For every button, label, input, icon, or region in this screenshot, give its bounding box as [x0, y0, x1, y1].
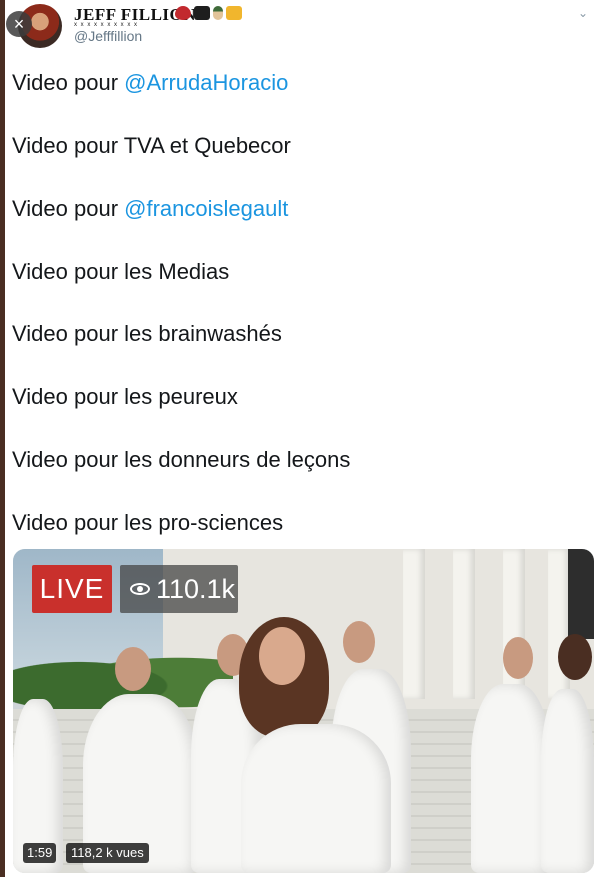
- beer-mug-emoji-icon: [226, 6, 242, 20]
- tweet-line-text: Video pour: [12, 196, 125, 221]
- person: [541, 689, 594, 873]
- tweet-line: Video pour les Medias: [12, 258, 229, 286]
- tweet-line-text: Video pour les brainwashés: [12, 321, 282, 346]
- chevron-down-icon[interactable]: ⌄: [578, 6, 590, 20]
- name-emojis: [175, 6, 242, 20]
- pirate-flag-emoji-icon: [194, 6, 210, 20]
- mention-link[interactable]: @francoislegault: [124, 196, 288, 221]
- live-badge: LIVE: [32, 565, 112, 613]
- viewer-count-badge: 110.1k: [120, 565, 238, 613]
- tweet-line: Video pour les brainwashés: [12, 320, 282, 348]
- person-head: [558, 634, 592, 680]
- tweet-line-text: Video pour les peureux: [12, 384, 238, 409]
- person-head: [503, 637, 533, 679]
- tweet-line: Video pour TVA et Quebecor: [12, 132, 291, 160]
- tweet-line-text: Video pour: [12, 70, 125, 95]
- person: [471, 684, 551, 873]
- golfer-emoji-icon: [213, 6, 223, 20]
- tweet-line-text: Video pour TVA et Quebecor: [12, 133, 291, 158]
- left-edge-strip: [0, 0, 5, 877]
- tweet-line: Video pour les donneurs de leçons: [12, 446, 350, 474]
- tweet-header: × JEFF FILLION x x x x x x x x x x @Jeff…: [0, 0, 600, 60]
- video-view-count: 118,2 k vues: [66, 843, 149, 863]
- person-head: [115, 647, 151, 691]
- person-head: [343, 621, 375, 663]
- eye-icon: [130, 583, 150, 595]
- lips-emoji-icon: [175, 6, 191, 20]
- building-doorway: [568, 549, 594, 639]
- tweet-line-text: Video pour les donneurs de leçons: [12, 447, 351, 472]
- speaker: [241, 724, 391, 873]
- video-duration: 1:59: [23, 843, 57, 863]
- tweet-line-text: Video pour les pro-sciences: [12, 510, 284, 535]
- user-handle[interactable]: @Jefffillion: [74, 28, 142, 44]
- video-player[interactable]: LIVE 110.1k 1:59 118,2 k vues: [13, 549, 594, 873]
- tweet-line: Video pour les pro-sciences: [12, 509, 283, 537]
- tweet-line-text: Video pour les Medias: [12, 259, 230, 284]
- building-column: [453, 549, 475, 699]
- close-icon[interactable]: ×: [6, 11, 32, 37]
- speaker-head: [259, 627, 305, 685]
- tweet-line: Video pour les peureux: [12, 383, 238, 411]
- tweet-line: Video pour @francoislegault: [12, 195, 288, 223]
- building-column: [403, 549, 425, 699]
- tweet-line: Video pour @ArrudaHoracio: [12, 69, 288, 97]
- mention-link[interactable]: @ArrudaHoracio: [124, 70, 288, 95]
- viewer-count: 110.1k: [156, 574, 236, 604]
